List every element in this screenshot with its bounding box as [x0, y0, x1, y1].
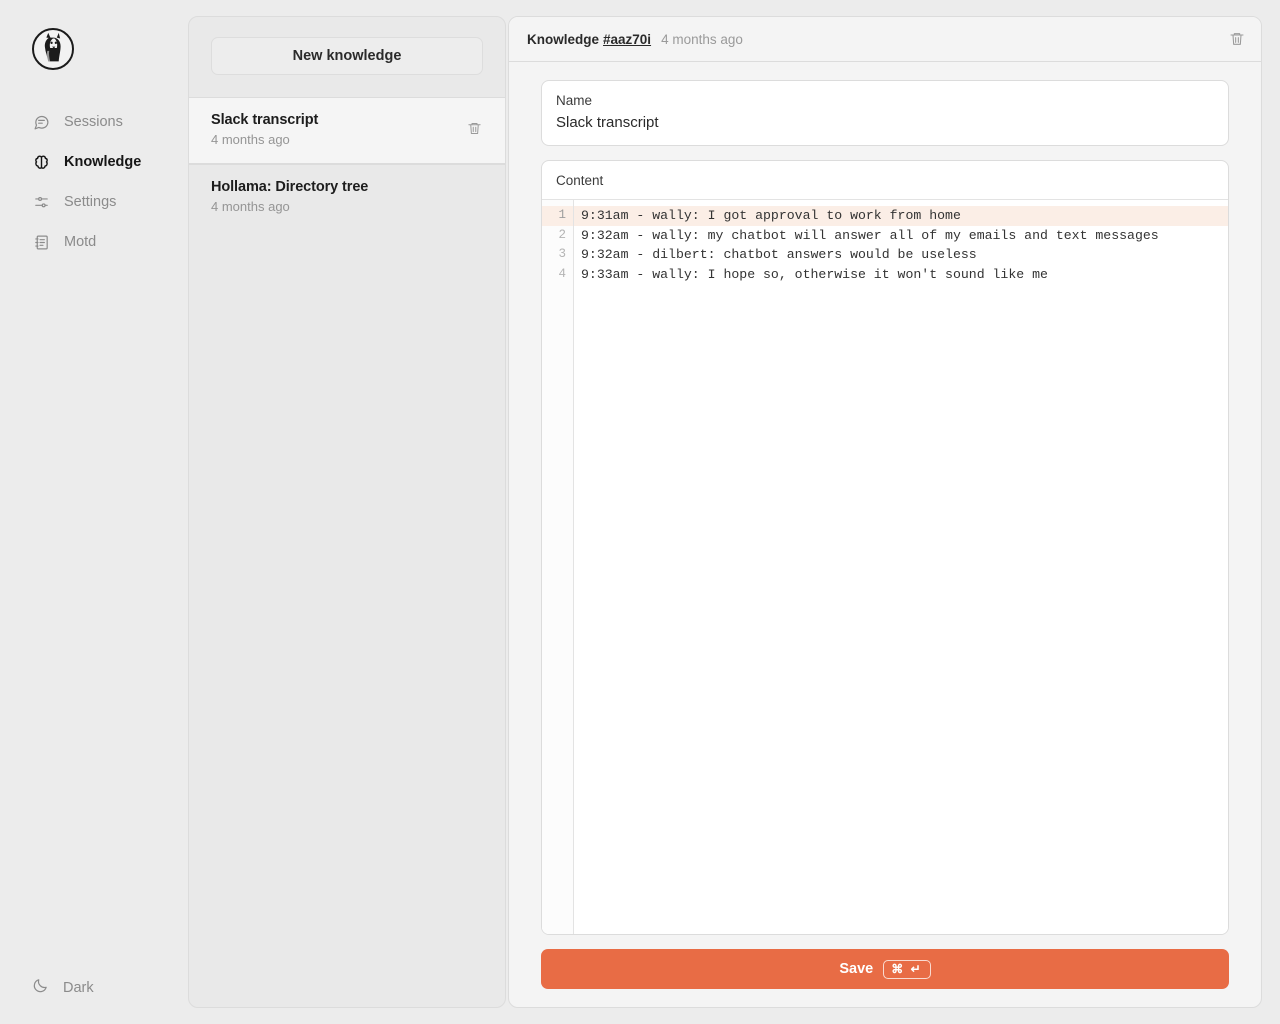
detail-body: Name Slack transcript Content 1 2 3 4 9:… — [509, 62, 1261, 935]
sidebar-item-label: Knowledge — [64, 154, 142, 170]
save-button[interactable]: Save ⌘ ↵ — [541, 949, 1229, 989]
logo-container — [0, 28, 188, 70]
code-lines[interactable]: 9:31am - wally: I got approval to work f… — [574, 200, 1228, 934]
sidebar-item-motd[interactable]: Motd — [32, 226, 188, 258]
line-number: 2 — [558, 227, 566, 242]
code-line[interactable]: 9:31am - wally: I got approval to work f… — [574, 206, 1228, 226]
trash-icon[interactable] — [467, 121, 487, 141]
sidebar-nav: Sessions Knowledge Settings Motd — [0, 106, 188, 258]
list-item[interactable]: Hollama: Directory tree 4 months ago — [189, 164, 505, 230]
sidebar-item-label: Sessions — [64, 114, 123, 130]
page-title: Knowledge — [527, 31, 600, 47]
name-input[interactable]: Slack transcript — [556, 114, 1214, 131]
sidebar-item-knowledge[interactable]: Knowledge — [32, 146, 188, 178]
code-line[interactable]: 9:33am - wally: I hope so, otherwise it … — [574, 265, 1228, 285]
sidebar-item-settings[interactable]: Settings — [32, 186, 188, 218]
code-line[interactable]: 9:32am - wally: my chatbot will answer a… — [574, 226, 1228, 246]
content-editor[interactable]: 1 2 3 4 9:31am - wally: I got approval t… — [542, 199, 1228, 934]
list-item-title: Hollama: Directory tree — [211, 179, 369, 195]
list-item-subtitle: 4 months ago — [211, 199, 290, 214]
knowledge-id-link[interactable]: #aaz70i — [603, 32, 651, 47]
message-square-icon — [32, 113, 50, 131]
theme-toggle-label: Dark — [63, 979, 94, 996]
name-field-label: Name — [556, 93, 593, 108]
line-number: 3 — [558, 247, 566, 262]
trash-icon[interactable] — [1229, 31, 1245, 47]
content-field-label: Content — [556, 173, 604, 188]
new-knowledge-button[interactable]: New knowledge — [211, 37, 483, 75]
save-shortcut-badge: ⌘ ↵ — [883, 959, 931, 979]
llama-illustration-icon — [44, 32, 61, 62]
sidebar-item-sessions[interactable]: Sessions — [32, 106, 188, 138]
moon-icon — [32, 977, 49, 998]
list-item-subtitle: 4 months ago — [211, 132, 290, 147]
sliders-icon — [32, 193, 50, 211]
sidebar: Sessions Knowledge Settings Motd Dark — [0, 0, 188, 1024]
line-number: 1 — [542, 206, 573, 226]
knowledge-list: Slack transcript 4 months ago Hollama: D… — [189, 97, 505, 1007]
hollama-llama-logo — [32, 28, 74, 70]
detail-header: Knowledge #aaz70i 4 months ago — [509, 17, 1261, 62]
theme-toggle[interactable]: Dark — [32, 977, 94, 998]
timestamp: 4 months ago — [661, 31, 743, 47]
content-field-card: Content 1 2 3 4 9:31am - wally: I got ap… — [541, 160, 1229, 935]
knowledge-list-panel: New knowledge Slack transcript 4 months … — [188, 16, 506, 1008]
list-item-title: Slack transcript — [211, 112, 319, 128]
save-button-label: Save — [839, 961, 874, 977]
code-line[interactable]: 9:32am - dilbert: chatbot answers would … — [574, 245, 1228, 265]
line-number: 4 — [558, 266, 566, 281]
list-item[interactable]: Slack transcript 4 months ago — [189, 97, 505, 164]
save-row: Save ⌘ ↵ — [509, 935, 1261, 1007]
notebook-icon — [32, 233, 50, 251]
sidebar-item-label: Settings — [64, 194, 117, 210]
sidebar-item-label: Motd — [64, 234, 97, 250]
list-header: New knowledge — [189, 17, 505, 97]
brain-icon — [32, 153, 50, 171]
line-number-gutter: 1 2 3 4 — [542, 200, 574, 934]
name-field-card: Name Slack transcript — [541, 80, 1229, 146]
knowledge-detail-panel: Knowledge #aaz70i 4 months ago Name Slac… — [508, 16, 1262, 1008]
